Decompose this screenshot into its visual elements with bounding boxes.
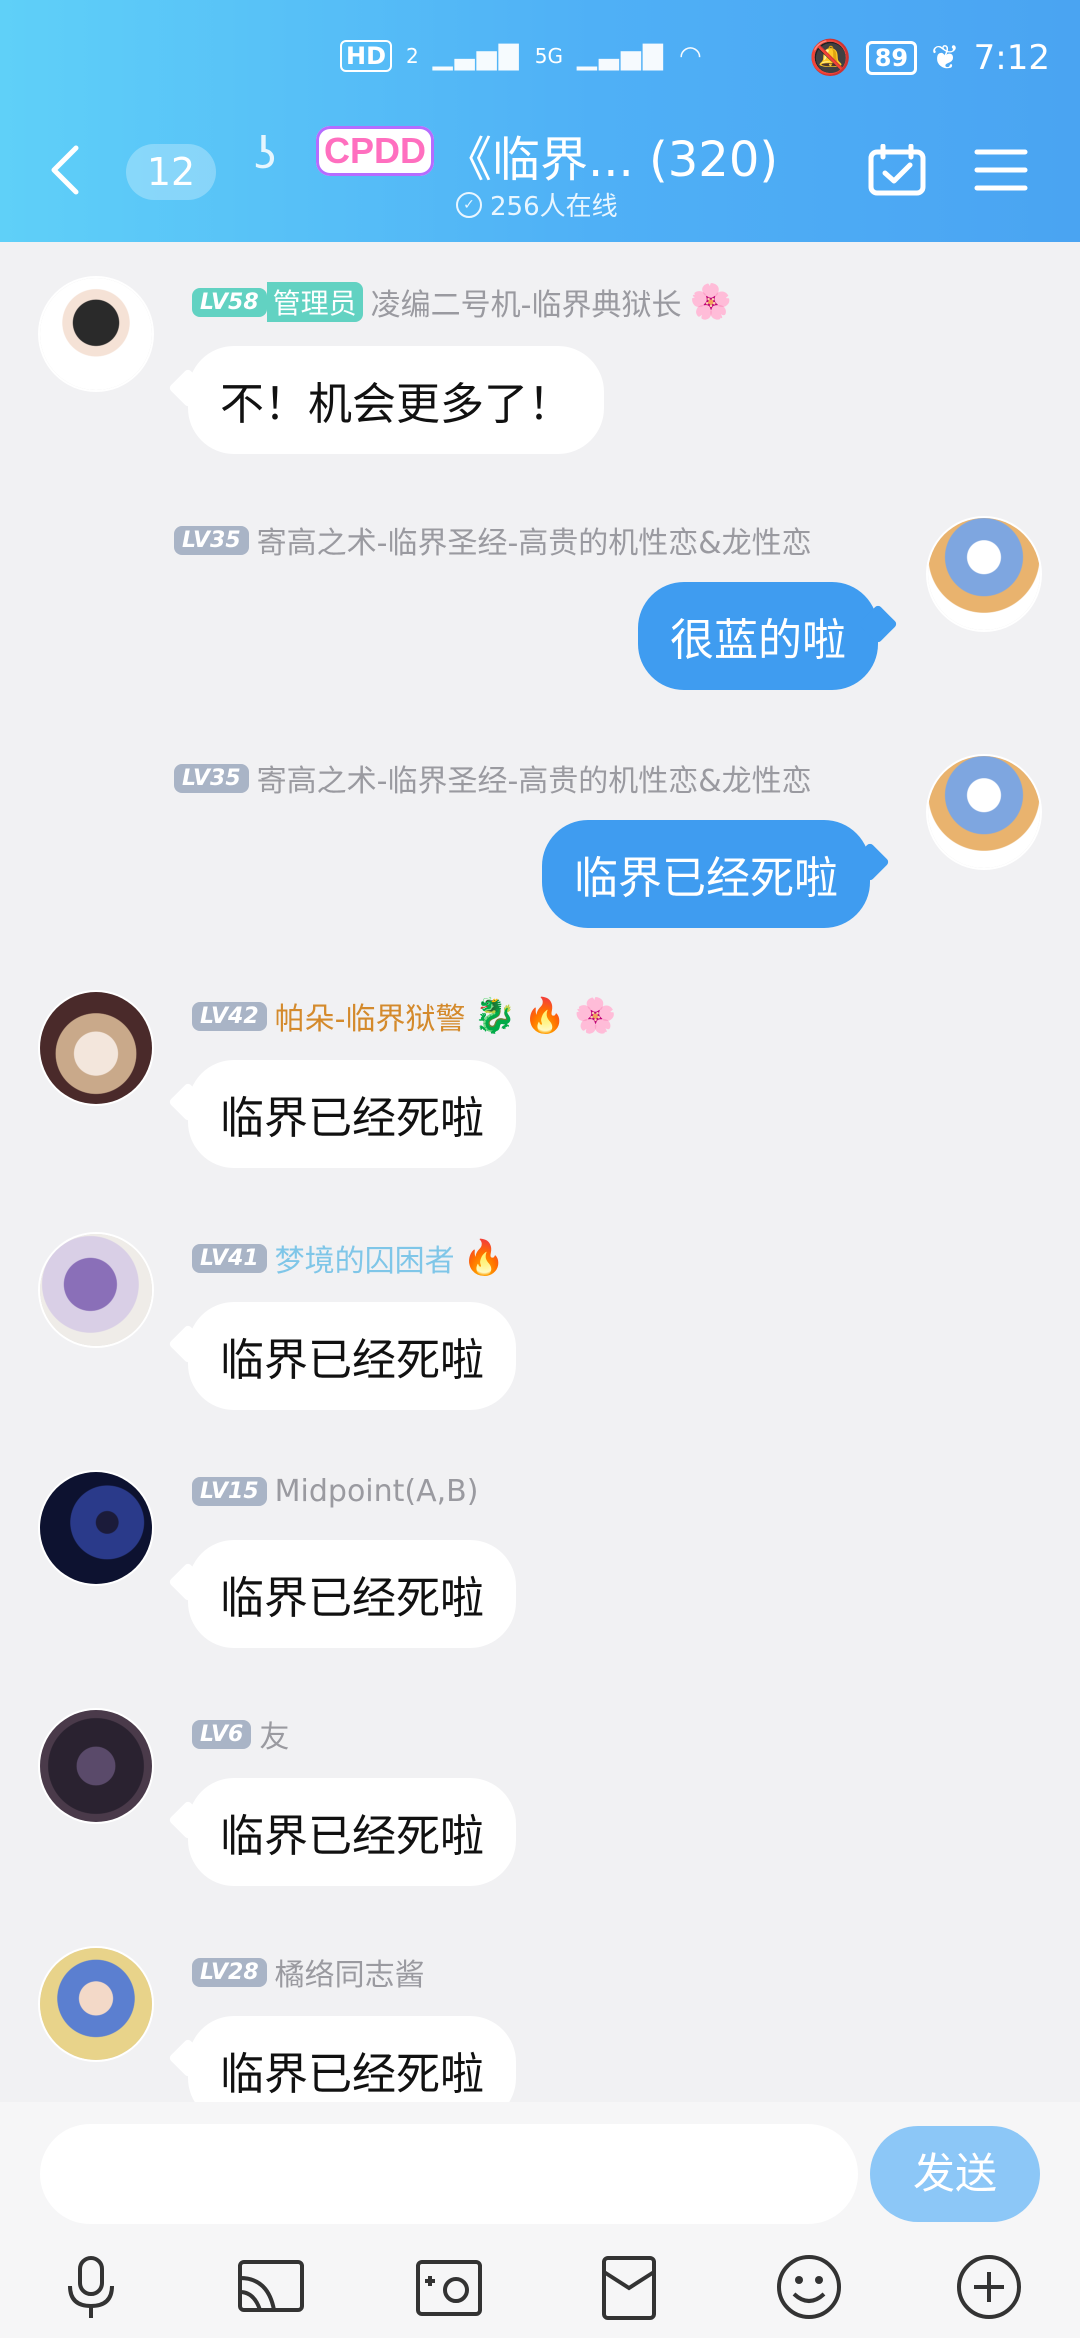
message-bubble[interactable]: 临界已经死啦 — [188, 1778, 516, 1886]
message-bubble[interactable]: 临界已经死啦 — [188, 1540, 516, 1648]
sender-line: LV58 管理员 凌编二号机-临界典狱长 🌸 — [192, 280, 732, 324]
clock: 7:12 — [973, 38, 1050, 78]
sender-name[interactable]: 帕朵-临界狱警 — [275, 994, 466, 1038]
level-badge: LV28 — [192, 1957, 267, 1987]
online-count: 256人在线 — [490, 192, 618, 222]
screen-cast-icon[interactable] — [236, 2252, 306, 2322]
composer: 发送 — [0, 2102, 1080, 2338]
battery-icon: 89 — [865, 41, 918, 75]
sender-name[interactable]: 凌编二号机-临界典狱长 — [371, 280, 682, 324]
avatar[interactable] — [40, 278, 152, 390]
menu-icon[interactable] — [974, 148, 1028, 192]
avatar[interactable] — [928, 756, 1040, 868]
message-bubble[interactable]: 很蓝的啦 — [638, 582, 878, 690]
avatar[interactable] — [40, 1948, 152, 2060]
unread-count-badge[interactable]: 12 — [126, 144, 216, 200]
status-right: 🔕 89 ❦ 7:12 — [809, 38, 1050, 78]
avatar[interactable] — [928, 518, 1040, 630]
level-badge: LV42 — [192, 1001, 267, 1031]
avatar[interactable] — [40, 1234, 152, 1346]
fire-emoji-icon: 🔥 — [462, 1238, 505, 1278]
message-bubble[interactable]: 不！机会更多了！ — [188, 346, 604, 454]
sender-line: LV35 寄高之术-临界圣经-高贵的机性恋&龙性恋 — [174, 756, 812, 800]
sender-name[interactable]: 友 — [259, 1712, 289, 1756]
send-button[interactable]: 发送 — [870, 2126, 1040, 2222]
group-logo: CPDD — [316, 126, 435, 176]
avatar[interactable] — [40, 1472, 152, 1584]
message-input[interactable] — [40, 2124, 858, 2224]
status-icons: HD 2 ▁▃▅▇ 5G ▁▃▅▇ ◠ — [340, 40, 704, 72]
chat-header: HD 2 ▁▃▅▇ 5G ▁▃▅▇ ◠ 🔕 89 ❦ 7:12 12 ʖ CPD… — [0, 0, 1080, 242]
level-badge: LV35 — [174, 525, 249, 555]
network-label: 5G — [534, 44, 563, 68]
microphone-icon[interactable] — [56, 2252, 126, 2322]
flower-emoji-icon: 🌸 — [574, 996, 617, 1036]
fire-emoji-icon: 🔥 — [523, 996, 567, 1036]
avatar[interactable] — [40, 1710, 152, 1822]
message-bubble[interactable]: 临界已经死啦 — [188, 1060, 516, 1168]
calendar-check-icon[interactable] — [868, 144, 926, 196]
sender-name[interactable]: 梦境的囚困者 — [275, 1236, 455, 1280]
wifi-icon: ◠ — [678, 41, 704, 71]
back-icon[interactable] — [44, 140, 84, 200]
signal-icon: ▁▃▅▇ — [432, 41, 521, 71]
sender-name[interactable]: 橘络同志酱 — [275, 1950, 425, 1994]
group-title[interactable]: 《临界... (320) — [444, 120, 778, 190]
ear-icon[interactable]: ʖ — [254, 128, 276, 179]
emoji-icon[interactable] — [774, 2252, 844, 2322]
level-badge: LV35 — [174, 763, 249, 793]
hd-icon: HD — [340, 40, 393, 72]
sender-name[interactable]: 寄高之术-临界圣经-高贵的机性恋&龙性恋 — [257, 518, 812, 562]
sender-line: LV42 帕朵-临界狱警 🐉 🔥 🌸 — [192, 994, 617, 1038]
level-badge: LV15 — [192, 1477, 267, 1506]
status-bar: HD 2 ▁▃▅▇ 5G ▁▃▅▇ ◠ 🔕 89 ❦ 7:12 — [0, 0, 1080, 120]
mute-bell-icon: 🔕 — [809, 38, 852, 78]
avatar[interactable] — [40, 992, 152, 1104]
level-badge: LV58 — [192, 287, 267, 317]
red-packet-icon[interactable] — [594, 2252, 664, 2322]
message-list[interactable]: LV58 管理员 凌编二号机-临界典狱长 🌸 不！机会更多了！ LV35 寄高之… — [0, 242, 1080, 2102]
message-bubble[interactable]: 临界已经死啦 — [188, 2016, 516, 2102]
sender-name[interactable]: 寄高之术-临界圣经-高贵的机性恋&龙性恋 — [257, 756, 812, 800]
sender-line: LV35 寄高之术-临界圣经-高贵的机性恋&龙性恋 — [174, 518, 812, 562]
sender-line: LV15 Midpoint(A,B) — [192, 1474, 478, 1509]
signal-icon-2: ▁▃▅▇ — [576, 41, 665, 71]
sender-line: LV41 梦境的囚困者 🔥 — [192, 1236, 505, 1280]
flower-emoji-icon: 🌸 — [689, 282, 732, 322]
sender-name[interactable]: Midpoint(A,B) — [275, 1474, 479, 1509]
message-bubble[interactable]: 临界已经死啦 — [542, 820, 870, 928]
leaf-icon: ❦ — [931, 38, 960, 78]
admin-badge: 管理员 — [266, 282, 363, 322]
sim-label: 2 — [406, 44, 419, 68]
message-bubble[interactable]: 临界已经死啦 — [188, 1302, 516, 1410]
photo-icon[interactable] — [414, 2252, 484, 2322]
dragon-emoji-icon: 🐉 — [473, 996, 516, 1036]
sender-line: LV28 橘络同志酱 — [192, 1950, 425, 1994]
sender-line: LV6 友 — [192, 1712, 289, 1756]
level-badge: LV41 — [192, 1243, 267, 1273]
level-badge: LV6 — [192, 1719, 252, 1749]
online-check-icon: ✓ — [456, 191, 482, 218]
online-status: ✓ 256人在线 — [456, 186, 618, 223]
composer-toolbar — [0, 2252, 1080, 2332]
plus-icon[interactable] — [954, 2252, 1024, 2322]
